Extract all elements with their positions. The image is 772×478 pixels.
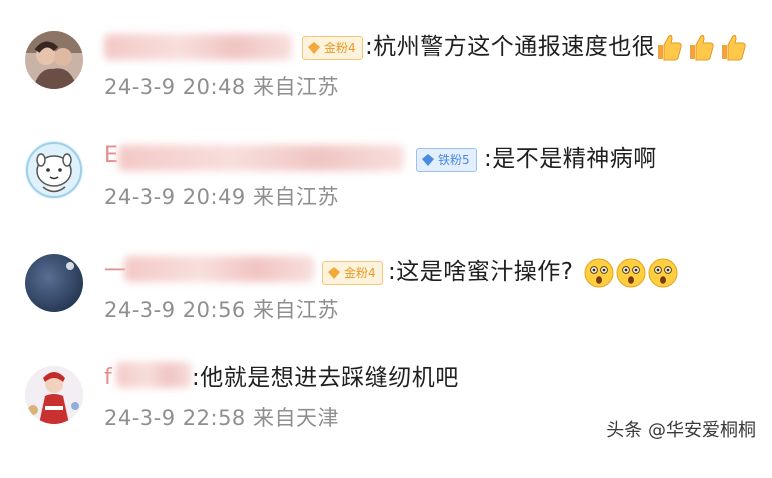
thumbs-up-icon [690,34,714,61]
shocked-face-icon [584,258,614,288]
username-visible[interactable]: E [104,143,118,168]
username-redacted[interactable] [124,256,314,282]
avatar[interactable] [25,254,83,312]
username-visible[interactable]: f [104,365,112,390]
comment-time: 24-3-9 20:49 [104,185,246,209]
comment-meta: 24-3-9 22:58 来自天津 [104,405,339,431]
fan-badge: 铁粉5 [416,148,477,172]
avatar[interactable] [25,366,83,424]
username-redacted[interactable] [116,362,192,388]
username-redacted[interactable] [104,34,292,60]
avatar[interactable] [25,141,83,199]
comment-item: E 铁粉5 :是不是精神病啊 24-3-9 20:49 来自江苏 [0,141,772,253]
comment-location: 来自天津 [252,406,339,430]
badge-label: 金粉4 [344,266,376,280]
fan-badge: 金粉4 [302,36,363,60]
badge-diamond-icon [422,154,434,166]
shocked-face-icon [616,258,646,288]
comment-item: 一 金粉4 :这是啥蜜汁操作? 24-3-9 20:56 来自江苏 [0,254,772,366]
avatar[interactable] [25,31,83,89]
thumbs-up-icon [722,34,746,61]
comment-meta: 24-3-9 20:49 来自江苏 [104,184,339,210]
username-visible[interactable]: 一 [104,253,126,285]
comment-text: :是不是精神病啊 [484,146,657,172]
fan-badge: 金粉4 [322,261,383,285]
comment-location: 来自江苏 [252,75,339,99]
badge-diamond-icon [328,267,340,279]
comment-item: 金粉4 :杭州警方这个通报速度也很 24-3-9 20:48 来自江苏 [0,31,772,143]
comment-meta: 24-3-9 20:48 来自江苏 [104,74,339,100]
badge-label: 铁粉5 [438,153,470,167]
comment-time: 24-3-9 20:56 [104,298,246,322]
comment-location: 来自江苏 [252,185,339,209]
username-redacted[interactable] [118,145,404,171]
comment-text: :这是啥蜜汁操作? [388,259,574,285]
comment-location: 来自江苏 [252,298,339,322]
comment-text: :他就是想进去踩缝纫机吧 [192,365,459,391]
badge-label: 金粉4 [324,41,356,55]
thumbs-up-icon [658,34,682,61]
badge-diamond-icon [308,42,320,54]
comment-text: :杭州警方这个通报速度也很 [365,34,656,60]
comment-time: 24-3-9 22:58 [104,406,246,430]
comment-meta: 24-3-9 20:56 来自江苏 [104,297,339,323]
shocked-face-icon [648,258,678,288]
comment-time: 24-3-9 20:48 [104,75,246,99]
watermark: 头条 @华安爱桐桐 [606,420,756,441]
